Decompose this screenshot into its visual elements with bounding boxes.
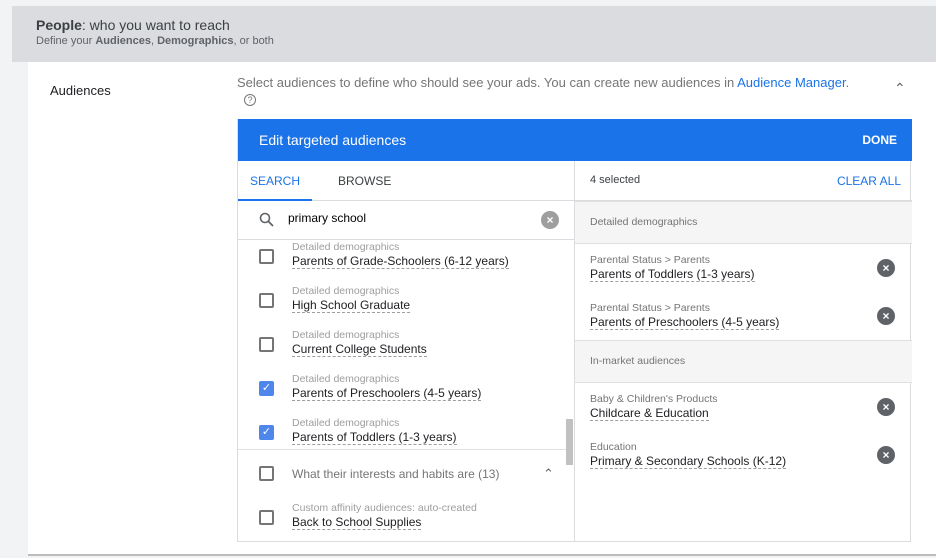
result-category: Detailed demographics bbox=[292, 241, 400, 253]
clear-search-icon[interactable]: × bbox=[541, 211, 559, 229]
result-item[interactable]: Detailed demographics High School Gradua… bbox=[238, 283, 566, 327]
selected-name[interactable]: Parents of Toddlers (1-3 years) bbox=[590, 267, 755, 282]
search-input[interactable] bbox=[288, 211, 528, 225]
selected-name[interactable]: Parents of Preschoolers (4-5 years) bbox=[590, 315, 780, 330]
panel-header: Edit targeted audiences DONE bbox=[238, 119, 912, 161]
result-item[interactable]: ✓ Detailed demographics Parents of Presc… bbox=[238, 371, 566, 415]
collapse-chevron-icon[interactable]: ⌃ bbox=[894, 80, 906, 97]
section-header: People: who you want to reach Define you… bbox=[12, 6, 936, 62]
selected-item: Parental Status > Parents Parents of Tod… bbox=[575, 244, 912, 292]
selected-list: Detailed demographics Parental Status > … bbox=[575, 201, 912, 501]
selected-category: Parental Status > Parents bbox=[590, 254, 710, 266]
selected-item: Education Primary & Secondary Schools (K… bbox=[575, 431, 912, 479]
audiences-label: Audiences bbox=[50, 83, 111, 98]
checked-checkbox[interactable]: ✓ bbox=[259, 381, 274, 396]
tabs: SEARCH BROWSE bbox=[238, 161, 574, 201]
result-category: Detailed demographics bbox=[292, 417, 400, 429]
checked-checkbox[interactable]: ✓ bbox=[259, 425, 274, 440]
result-item[interactable]: Detailed demographics Current College St… bbox=[238, 327, 566, 371]
selected-name[interactable]: Primary & Secondary Schools (K-12) bbox=[590, 454, 787, 469]
search-row: × bbox=[238, 201, 574, 240]
result-name[interactable]: Back to School Supplies bbox=[292, 515, 422, 530]
description-text: Select audiences to define who should se… bbox=[237, 75, 738, 90]
clear-all-button[interactable]: CLEAR ALL bbox=[837, 174, 901, 188]
search-icon bbox=[259, 212, 274, 227]
selected-section-header: Detailed demographics bbox=[575, 201, 912, 244]
checkbox[interactable] bbox=[259, 249, 274, 264]
selected-category: Parental Status > Parents bbox=[590, 302, 710, 314]
panel-title: Edit targeted audiences bbox=[259, 132, 407, 148]
edit-audiences-panel: Edit targeted audiences DONE SEARCH BROW… bbox=[237, 119, 912, 542]
tab-browse[interactable]: BROWSE bbox=[338, 161, 391, 201]
result-name[interactable]: Parents of Preschoolers (4-5 years) bbox=[292, 386, 482, 401]
group-checkbox[interactable] bbox=[259, 466, 274, 481]
subtitle-pre: Define your bbox=[36, 35, 96, 47]
group-label: What their interests and habits are (13) bbox=[292, 467, 500, 481]
remove-icon[interactable]: × bbox=[877, 398, 895, 416]
subtitle-post: , or both bbox=[233, 35, 274, 47]
result-category: Custom affinity audiences: auto-created bbox=[292, 502, 477, 514]
group-items: Custom affinity audiences: auto-created … bbox=[238, 498, 566, 542]
subtitle-audiences: Audiences bbox=[95, 35, 151, 47]
remove-icon[interactable]: × bbox=[877, 259, 895, 277]
result-name[interactable]: High School Graduate bbox=[292, 298, 411, 313]
selected-section-header: In-market audiences bbox=[575, 340, 912, 383]
selected-category: Baby & Children's Products bbox=[590, 393, 718, 405]
chevron-up-icon[interactable]: ⌃ bbox=[543, 466, 554, 482]
selected-name[interactable]: Childcare & Education bbox=[590, 406, 709, 421]
interest-group-row[interactable]: What their interests and habits are (13)… bbox=[238, 450, 566, 498]
audiences-description: Select audiences to define who should se… bbox=[237, 75, 849, 90]
result-item[interactable]: ✓ Detailed demographics Parents of Toddl… bbox=[238, 415, 566, 449]
tab-search[interactable]: SEARCH bbox=[238, 161, 312, 201]
result-category: Detailed demographics bbox=[292, 285, 400, 297]
checkbox[interactable] bbox=[259, 337, 274, 352]
result-item[interactable]: Detailed demographics Parents of Grade-S… bbox=[238, 241, 566, 283]
result-name[interactable]: Parents of Toddlers (1-3 years) bbox=[292, 430, 457, 445]
selected-item: Parental Status > Parents Parents of Pre… bbox=[575, 292, 912, 340]
section-title: People: who you want to reach bbox=[36, 17, 230, 33]
result-category: Detailed demographics bbox=[292, 373, 400, 385]
title-bold: People bbox=[36, 17, 82, 33]
section-subtitle: Define your Audiences, Demographics, or … bbox=[36, 35, 274, 47]
selected-header: 4 selected CLEAR ALL bbox=[575, 161, 912, 201]
result-item[interactable]: Custom affinity audiences: auto-created … bbox=[238, 500, 566, 544]
audience-manager-link[interactable]: Audience Manager bbox=[737, 75, 845, 90]
checkbox[interactable] bbox=[259, 510, 274, 525]
title-rest: : who you want to reach bbox=[81, 17, 230, 33]
selected-category: Education bbox=[590, 441, 637, 453]
description-period: . bbox=[845, 75, 850, 90]
results-list: Detailed demographics Parents of Grade-S… bbox=[238, 241, 574, 449]
selected-item: Baby & Children's Products Childcare & E… bbox=[575, 383, 912, 431]
remove-icon[interactable]: × bbox=[877, 446, 895, 464]
remove-icon[interactable]: × bbox=[877, 307, 895, 325]
selected-count: 4 selected bbox=[590, 174, 641, 186]
scrollbar-thumb[interactable] bbox=[566, 419, 573, 465]
checkbox[interactable] bbox=[259, 293, 274, 308]
done-button[interactable]: DONE bbox=[862, 133, 897, 147]
help-icon[interactable]: ? bbox=[244, 94, 256, 106]
result-name[interactable]: Current College Students bbox=[292, 342, 427, 357]
result-category: Detailed demographics bbox=[292, 329, 400, 341]
subtitle-demographics: Demographics bbox=[157, 35, 234, 47]
result-name[interactable]: Parents of Grade-Schoolers (6-12 years) bbox=[292, 254, 509, 269]
